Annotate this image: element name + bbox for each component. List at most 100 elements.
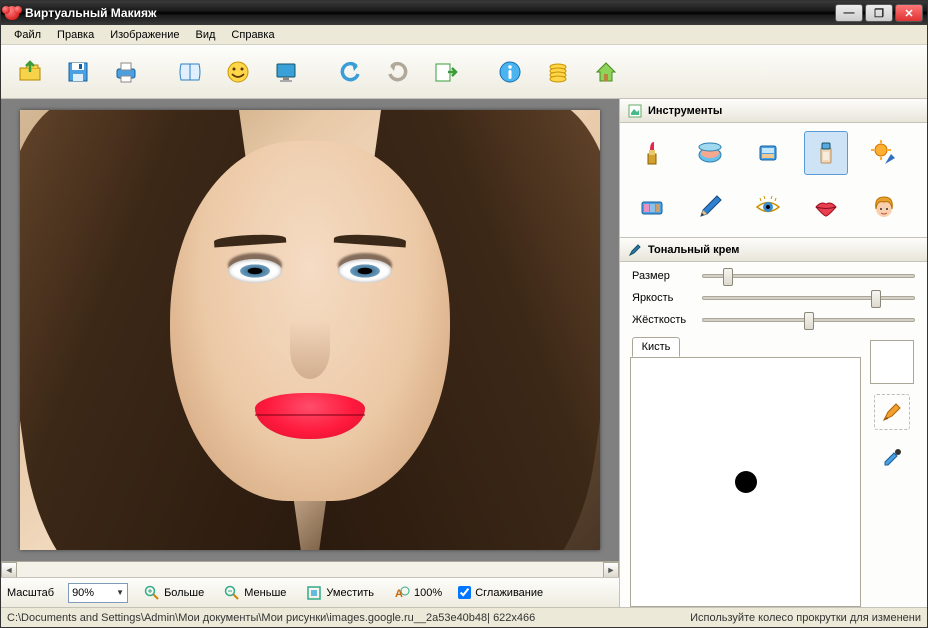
photo[interactable] <box>20 110 600 550</box>
print-icon <box>112 58 140 86</box>
main-area: ◄ ► Масштаб 90% Больше Меньше Уместить A… <box>1 99 927 607</box>
zoom-in-label: Больше <box>164 587 204 599</box>
status-right: Используйте колесо прокрутки для изменен… <box>690 612 921 624</box>
minimize-button[interactable]: — <box>835 4 863 22</box>
coins-icon <box>544 58 572 86</box>
photo-eye-right <box>338 259 392 283</box>
tools-header: Инструменты <box>620 99 927 123</box>
scroll-left-button[interactable]: ◄ <box>1 562 17 578</box>
photo-nose <box>290 321 330 379</box>
zoom-fit-button[interactable]: Уместить <box>302 583 378 603</box>
scroll-track[interactable] <box>17 562 603 577</box>
undo-icon <box>336 58 364 86</box>
tb-smile-button[interactable] <box>217 51 259 93</box>
screen-icon <box>272 58 300 86</box>
tb-open-button[interactable] <box>9 51 51 93</box>
blush-icon <box>695 138 725 168</box>
main-toolbar <box>1 45 927 99</box>
canvas-viewport[interactable] <box>1 99 619 561</box>
color-swatch[interactable] <box>870 340 914 384</box>
brush-tab[interactable]: Кисть <box>632 337 680 357</box>
brush-select-button[interactable] <box>874 394 910 430</box>
tool-blush[interactable] <box>688 131 732 175</box>
horizontal-scrollbar[interactable]: ◄ ► <box>1 561 619 577</box>
size-slider[interactable] <box>702 274 915 278</box>
open-icon <box>16 58 44 86</box>
hard-slider[interactable] <box>702 318 915 322</box>
home-icon <box>592 58 620 86</box>
zoom-out-button[interactable]: Меньше <box>220 583 290 603</box>
tool-powder[interactable] <box>746 131 790 175</box>
brush-header-icon <box>628 243 642 257</box>
tb-home-button[interactable] <box>585 51 627 93</box>
tool-lips[interactable] <box>804 185 848 229</box>
eye-icon <box>753 192 783 222</box>
eyedropper-button[interactable] <box>874 440 910 476</box>
tb-coins-button[interactable] <box>537 51 579 93</box>
zoom-in-icon <box>144 585 160 601</box>
scroll-right-button[interactable]: ► <box>603 562 619 578</box>
tb-save-button[interactable] <box>57 51 99 93</box>
hair-icon <box>869 192 899 222</box>
save-icon <box>64 58 92 86</box>
tool-eyeshadow[interactable] <box>630 185 674 229</box>
scale-value: 90% <box>72 587 94 599</box>
tools-grid <box>620 123 927 238</box>
sun-icon <box>869 138 899 168</box>
photo-lips <box>255 393 365 439</box>
tb-print-button[interactable] <box>105 51 147 93</box>
menu-1[interactable]: Правка <box>50 27 101 43</box>
tool-hair[interactable] <box>862 185 906 229</box>
smoothing-input[interactable] <box>458 586 471 599</box>
zoom-100-button[interactable]: A100% <box>390 583 446 603</box>
tool-pencil[interactable] <box>688 185 732 229</box>
photo-brow-left <box>214 233 287 248</box>
lips-icon <box>811 192 841 222</box>
smile-icon <box>224 58 252 86</box>
apply-icon <box>432 58 460 86</box>
tools-title: Инструменты <box>648 105 722 117</box>
status-left: C:\Documents and Settings\Admin\Мои доку… <box>7 612 690 624</box>
maximize-button[interactable]: ❐ <box>865 4 893 22</box>
brush-side-tools <box>867 338 917 607</box>
hard-row: Жёсткость <box>632 314 915 326</box>
props-panel: Размер Яркость Жёсткость <box>620 262 927 330</box>
scale-select[interactable]: 90% <box>68 583 128 603</box>
scale-label: Масштаб <box>7 587 54 599</box>
tool-sun[interactable] <box>862 131 906 175</box>
smoothing-label: Сглаживание <box>475 587 543 599</box>
hundred-icon: A <box>394 585 410 601</box>
tb-info-button[interactable] <box>489 51 531 93</box>
tb-screen-button[interactable] <box>265 51 307 93</box>
menu-0[interactable]: Файл <box>7 27 48 43</box>
props-title: Тональный крем <box>648 244 739 256</box>
pencil-icon <box>695 192 725 222</box>
zoom-out-icon <box>224 585 240 601</box>
app-icon <box>5 6 19 20</box>
lipstick-icon <box>637 138 667 168</box>
tb-album-button[interactable] <box>169 51 211 93</box>
brush-dot <box>735 471 757 493</box>
powder-icon <box>753 138 783 168</box>
paintbrush-icon <box>880 400 904 424</box>
tb-apply-button[interactable] <box>425 51 467 93</box>
smoothing-checkbox[interactable]: Сглаживание <box>458 586 543 599</box>
tool-eye[interactable] <box>746 185 790 229</box>
canvas-area: ◄ ► Масштаб 90% Больше Меньше Уместить A… <box>1 99 619 607</box>
foundation-icon <box>811 138 841 168</box>
bright-row: Яркость <box>632 292 915 304</box>
close-button[interactable]: ✕ <box>895 4 923 22</box>
menu-4[interactable]: Справка <box>224 27 281 43</box>
eyedropper-icon <box>880 446 904 470</box>
bright-slider[interactable] <box>702 296 915 300</box>
menu-2[interactable]: Изображение <box>103 27 186 43</box>
size-label: Размер <box>632 270 694 282</box>
tb-undo-button[interactable] <box>329 51 371 93</box>
zoom-in-button[interactable]: Больше <box>140 583 208 603</box>
tb-redo-button[interactable] <box>377 51 419 93</box>
tool-lipstick[interactable] <box>630 131 674 175</box>
tool-foundation[interactable] <box>804 131 848 175</box>
zoom-fit-label: Уместить <box>326 587 374 599</box>
menu-3[interactable]: Вид <box>189 27 223 43</box>
photo-eye-left <box>228 259 282 283</box>
